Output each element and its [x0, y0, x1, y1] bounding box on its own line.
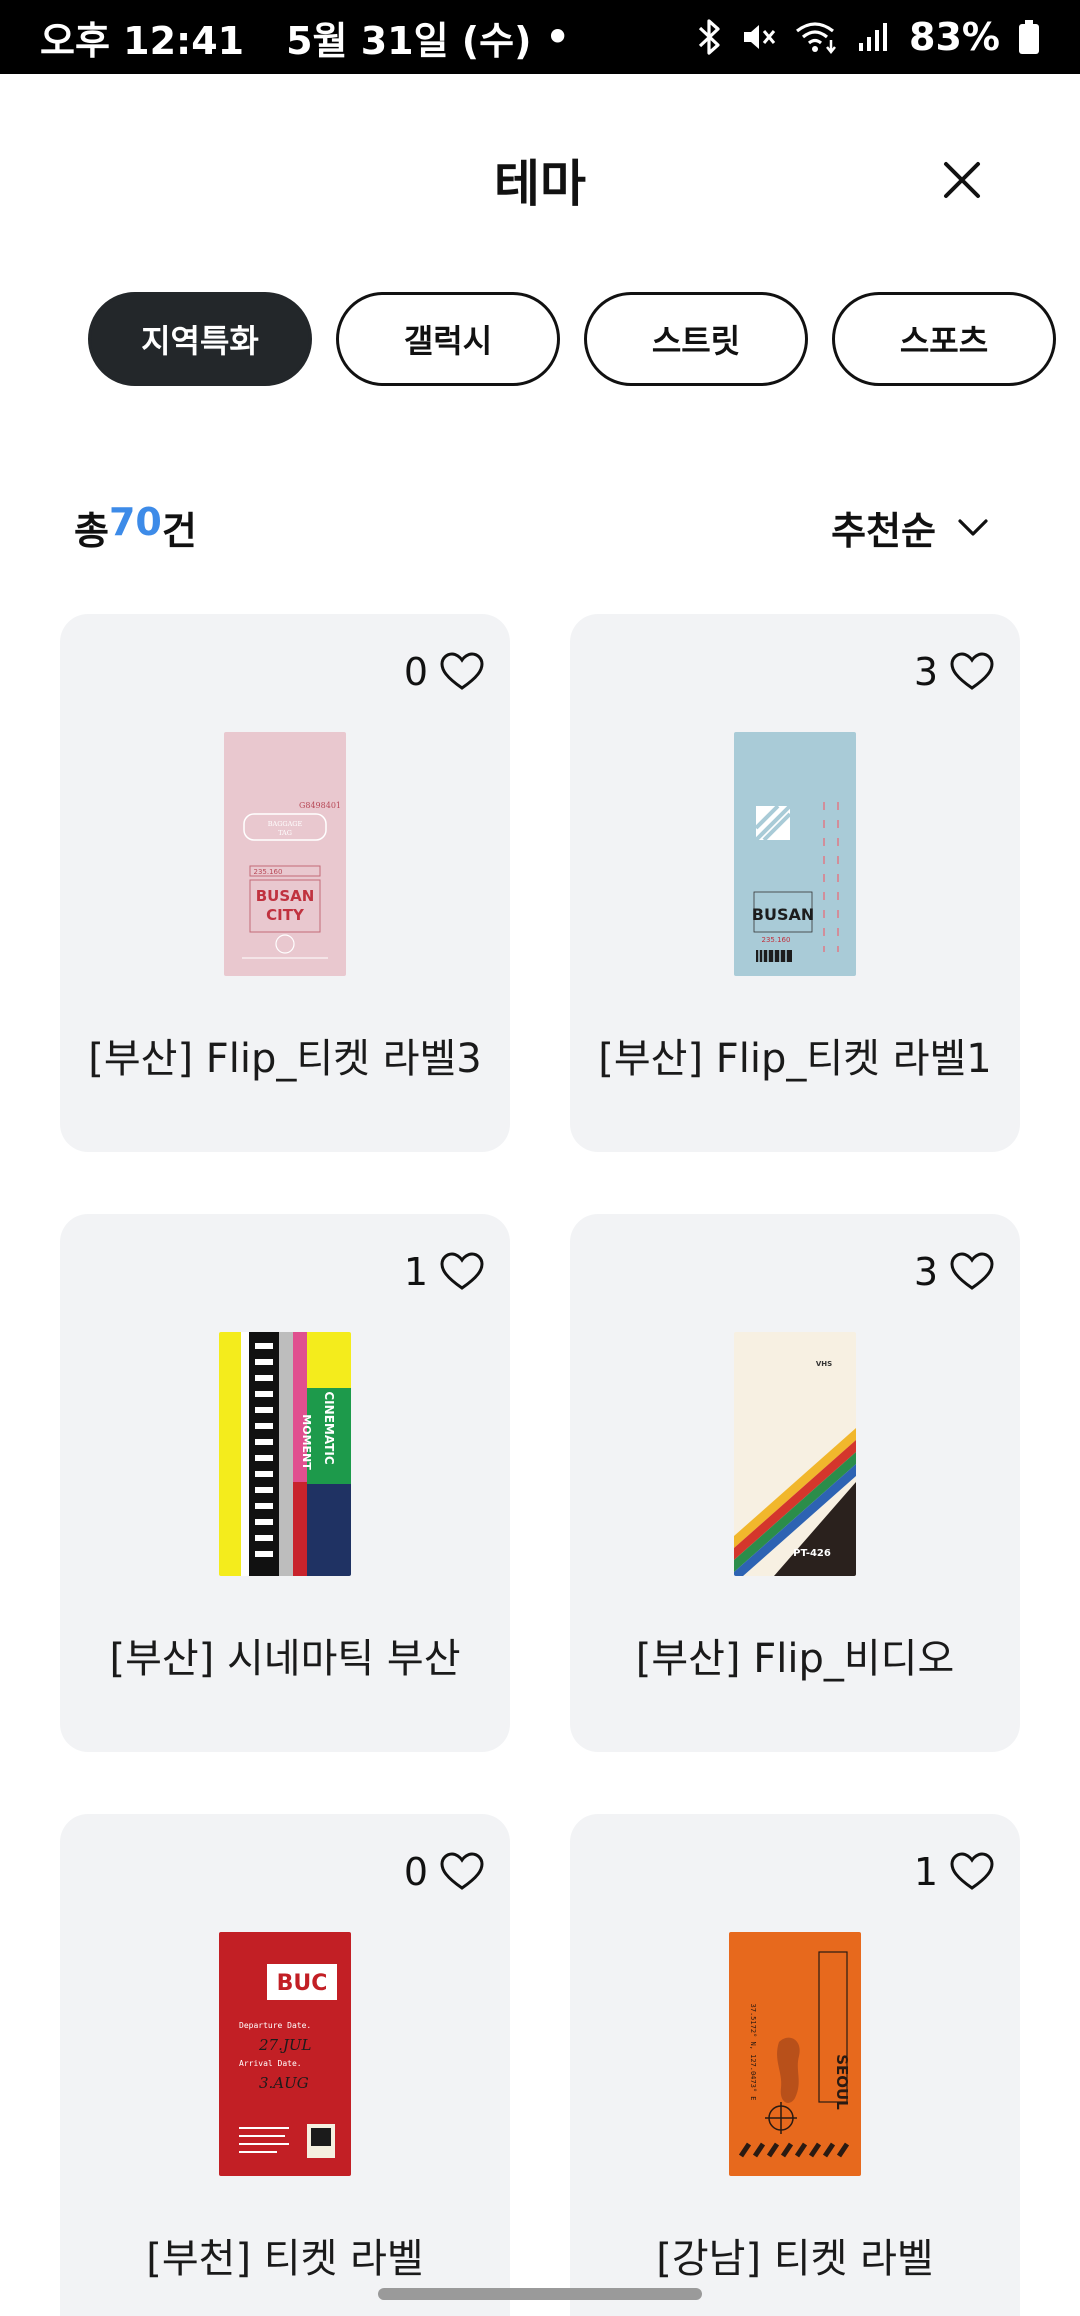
count-prefix: 총	[74, 509, 109, 553]
heart-icon[interactable]	[950, 1852, 994, 1892]
sort-label: 추천순	[831, 509, 936, 553]
heart-icon[interactable]	[440, 652, 484, 692]
count-number: 70	[108, 500, 162, 544]
chip-sports[interactable]: 스포츠	[832, 292, 1056, 386]
close-button[interactable]	[934, 152, 990, 208]
sort-dropdown[interactable]: 추천순	[831, 500, 988, 555]
theme-thumbnail: SEOUL 37.5172° N, 127.0473° E	[729, 1932, 861, 2176]
arrival-label: Arrival Date.	[239, 2059, 302, 2068]
departure-date: 27.JUL	[258, 2036, 312, 2054]
like-counter: 0	[404, 1850, 484, 1894]
like-counter: 3	[914, 1250, 994, 1294]
theme-card[interactable]: 0 BUC Departure Date. 27.JUL Arrival Dat…	[60, 1814, 510, 2316]
theme-thumbnail: BUC Departure Date. 27.JUL Arrival Date.…	[219, 1932, 351, 2176]
ticket-number: 235.160	[762, 936, 791, 944]
home-indicator[interactable]	[378, 2288, 702, 2300]
status-bar: 오후 12:41 5월 31일 (수) • 83%	[0, 0, 1080, 74]
heart-icon[interactable]	[950, 1252, 994, 1292]
ticket-city: SEOUL	[833, 2054, 851, 2110]
theme-card[interactable]: 1 CINEMATIC MOMENT [부산] 시네마틱 부산	[60, 1214, 510, 1752]
ticket-line-1: BAGGAGE	[268, 820, 303, 828]
category-chips: 지역특화 갤럭시 스트릿 스포츠	[88, 292, 1080, 386]
poster-word-1: CINEMATIC	[322, 1391, 336, 1464]
theme-card[interactable]: 0 G8498401 BAGGAGE TAG 235.160 BUSAN CIT…	[60, 614, 510, 1152]
like-count: 1	[913, 1850, 938, 1894]
chevron-down-icon	[958, 518, 988, 536]
close-icon	[944, 162, 980, 198]
ticket-code: G8498401	[299, 801, 341, 810]
status-date: 5월 31일 (수)	[286, 18, 532, 63]
header: 테마	[0, 74, 1080, 284]
like-count: 3	[913, 1250, 938, 1294]
theme-thumbnail: G8498401 BAGGAGE TAG 235.160 BUSAN CITY	[224, 732, 346, 976]
like-counter: 1	[404, 1250, 484, 1294]
chip-regional[interactable]: 지역특화	[88, 292, 312, 386]
page-title: 테마	[494, 155, 586, 213]
like-count: 0	[403, 1850, 428, 1894]
status-right: 83%	[697, 15, 1040, 59]
mute-icon	[741, 20, 777, 54]
count-suffix: 건	[161, 509, 197, 553]
like-count: 3	[913, 650, 938, 694]
like-count: 0	[403, 650, 428, 694]
card-title: [부산] Flip_티켓 라벨1	[598, 1036, 992, 1082]
chip-street[interactable]: 스트릿	[584, 292, 808, 386]
theme-thumbnail: VHS PT-426	[734, 1332, 856, 1576]
like-counter: 0	[404, 650, 484, 694]
card-title: [부산] 시네마틱 부산	[109, 1636, 461, 1682]
chip-galaxy[interactable]: 갤럭시	[336, 292, 560, 386]
card-title: [강남] 티켓 라벨	[656, 2236, 934, 2282]
ticket-code: BUC	[277, 1971, 328, 1996]
ticket-number: 235.160	[254, 868, 283, 876]
heart-icon[interactable]	[440, 1852, 484, 1892]
status-time: 오후 12:41	[40, 18, 245, 63]
departure-label: Departure Date.	[239, 2021, 311, 2030]
like-counter: 1	[914, 1850, 994, 1894]
bluetooth-icon	[697, 19, 723, 55]
brand-label: VHS	[816, 1360, 832, 1368]
wifi-icon	[795, 20, 839, 54]
theme-thumbnail: BUSAN 235.160	[734, 732, 856, 976]
tape-code: PT-426	[793, 1548, 831, 1559]
heart-icon[interactable]	[440, 1252, 484, 1292]
signal-icon	[857, 21, 891, 53]
card-title: [부산] Flip_비디오	[635, 1636, 955, 1682]
coordinates: 37.5172° N, 127.0473° E	[749, 2004, 757, 2101]
like-counter: 3	[914, 650, 994, 694]
poster-word-2: MOMENT	[300, 1414, 313, 1470]
like-count: 1	[403, 1250, 428, 1294]
theme-card[interactable]: 3 BUSAN 235.160 [부산] Flip_티켓 라벨1	[570, 614, 1020, 1152]
battery-percent: 83%	[909, 15, 1000, 59]
ticket-city-2: CITY	[266, 906, 305, 924]
theme-card[interactable]: 1 SEOUL 37.5172° N, 127.0473° E [강남] 티켓 …	[570, 1814, 1020, 2316]
status-left: 오후 12:41 5월 31일 (수) •	[40, 10, 570, 65]
status-dot: •	[545, 15, 570, 59]
heart-icon[interactable]	[950, 652, 994, 692]
arrival-date: 3.AUG	[259, 2074, 309, 2092]
ticket-city: BUSAN	[752, 905, 814, 924]
theme-card[interactable]: 3 VHS PT-426 [부산] Flip_비디오	[570, 1214, 1020, 1752]
theme-grid: 0 G8498401 BAGGAGE TAG 235.160 BUSAN CIT…	[60, 614, 1020, 2316]
theme-thumbnail: CINEMATIC MOMENT	[219, 1332, 351, 1576]
result-count: 총 70 건	[74, 500, 197, 555]
ticket-city-1: BUSAN	[256, 887, 315, 905]
battery-icon	[1018, 19, 1040, 55]
card-title: [부산] Flip_티켓 라벨3	[88, 1036, 482, 1082]
ticket-line-2: TAG	[278, 829, 292, 837]
card-title: [부천] 티켓 라벨	[146, 2236, 424, 2282]
